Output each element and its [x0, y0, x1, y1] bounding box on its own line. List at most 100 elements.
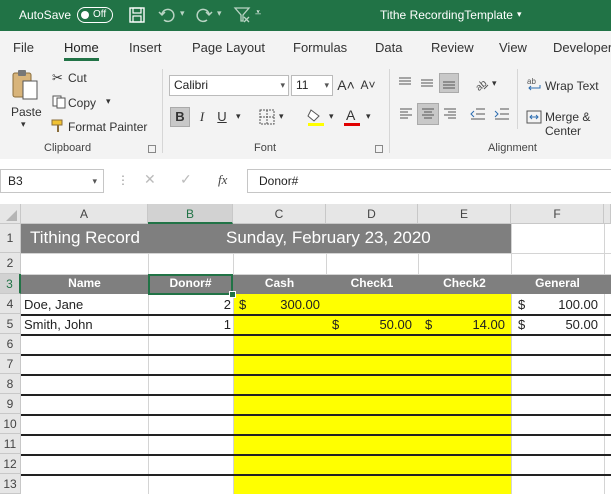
font-size-dropdown[interactable]: 11 ▾ [291, 75, 333, 96]
row-header-1[interactable]: 1 [0, 224, 21, 253]
font-color-button[interactable]: A [343, 107, 361, 127]
copy-dropdown-icon[interactable]: ▾ [106, 96, 111, 107]
header-cash[interactable]: Cash [233, 276, 326, 290]
select-all-button[interactable] [0, 204, 21, 224]
row-header-11[interactable]: 11 [0, 434, 21, 454]
italic-button[interactable]: I [192, 107, 212, 127]
format-painter-button[interactable]: Format Painter [68, 120, 147, 134]
copy-button[interactable]: Copy [68, 96, 96, 110]
undo-icon[interactable] [158, 6, 176, 24]
font-name-dropdown[interactable]: Calibri ▾ [169, 75, 289, 96]
align-center-icon [422, 108, 434, 119]
header-name[interactable]: Name [21, 276, 148, 290]
column-header-d[interactable]: D [326, 204, 418, 224]
tab-home[interactable]: Home [64, 40, 99, 61]
column-header-b[interactable]: B [148, 204, 233, 224]
column-header-f[interactable]: F [511, 204, 604, 224]
cell-general[interactable]: 100.00 [511, 297, 598, 312]
alignment-group-label: Alignment [488, 142, 537, 154]
row-header-13[interactable]: 13 [0, 474, 21, 494]
cell-general[interactable]: 50.00 [511, 317, 598, 332]
row-header-8[interactable]: 8 [0, 374, 21, 394]
cell-donor[interactable]: 1 [148, 317, 231, 332]
orientation-dropdown-icon[interactable]: ▾ [492, 78, 497, 89]
enter-icon[interactable]: ✓ [180, 171, 192, 188]
increase-indent-icon[interactable] [494, 107, 510, 121]
column-header-g[interactable] [604, 204, 611, 224]
autosave-toggle[interactable]: Off [77, 7, 113, 23]
row-header-10[interactable]: 10 [0, 414, 21, 434]
bold-button[interactable]: B [170, 107, 190, 127]
cancel-icon[interactable]: ✕ [144, 171, 156, 188]
cell-cash[interactable]: 300.00 [233, 297, 320, 312]
column-header-a[interactable]: A [21, 204, 148, 224]
column-header-c[interactable]: C [233, 204, 326, 224]
align-top-icon[interactable] [398, 77, 412, 89]
row-header-2[interactable]: 2 [0, 253, 21, 274]
fill-color-icon[interactable] [307, 107, 325, 127]
increase-font-size-button[interactable]: A˄ [336, 75, 356, 95]
decrease-indent-icon[interactable] [470, 107, 486, 121]
font-color-dropdown-icon[interactable]: ▾ [366, 111, 371, 122]
cell-name[interactable]: Smith, John [24, 317, 93, 332]
clear-filter-icon[interactable] [233, 6, 251, 24]
align-bottom-button[interactable] [439, 73, 459, 93]
clipboard-dialog-launcher[interactable] [148, 145, 156, 153]
orientation-icon[interactable]: ab [473, 75, 489, 91]
align-left-icon[interactable] [399, 107, 413, 121]
align-right-icon[interactable] [443, 107, 457, 121]
tab-formulas[interactable]: Formulas [293, 40, 347, 55]
cell-name[interactable]: Doe, Jane [24, 297, 83, 312]
header-general[interactable]: General [511, 276, 604, 290]
copy-icon [52, 95, 66, 109]
redo-icon[interactable] [195, 6, 213, 24]
cell-check2[interactable]: 14.00 [418, 317, 505, 332]
align-center-button[interactable] [417, 103, 439, 125]
tab-insert[interactable]: Insert [129, 40, 162, 55]
active-cell-selection[interactable] [148, 274, 233, 295]
row-header-5[interactable]: 5 [0, 314, 21, 334]
column-header-e[interactable]: E [418, 204, 511, 224]
tab-view[interactable]: View [499, 40, 527, 55]
tab-file[interactable]: File [13, 40, 34, 55]
row-header-9[interactable]: 9 [0, 394, 21, 414]
borders-dropdown-icon[interactable]: ▾ [279, 111, 284, 122]
merge-center-button[interactable]: Merge & Center [545, 110, 611, 138]
save-icon[interactable] [128, 6, 146, 24]
cell-check1[interactable]: 50.00 [326, 317, 412, 332]
redo-dropdown-icon[interactable]: ▾ [217, 8, 222, 19]
tab-page-layout[interactable]: Page Layout [192, 40, 265, 55]
formula-bar-grip-icon[interactable]: ⋮ [117, 173, 129, 187]
row-header-6[interactable]: 6 [0, 334, 21, 354]
formula-input[interactable]: Donor# [247, 169, 611, 193]
borders-icon[interactable] [259, 109, 275, 125]
fill-color-dropdown-icon[interactable]: ▾ [329, 111, 334, 122]
cell-donor[interactable]: 2 [148, 297, 231, 312]
tab-data[interactable]: Data [375, 40, 402, 55]
undo-dropdown-icon[interactable]: ▾ [180, 8, 185, 19]
fill-handle[interactable] [229, 291, 236, 298]
sheet-date[interactable]: Sunday, February 23, 2020 [226, 228, 431, 248]
formula-input-value: Donor# [259, 174, 299, 188]
row-header-4[interactable]: 4 [0, 294, 21, 314]
font-dialog-launcher[interactable] [375, 145, 383, 153]
insert-function-button[interactable]: fx [218, 172, 227, 188]
sheet-title[interactable]: Tithing Record [30, 228, 140, 248]
underline-button[interactable]: U [212, 107, 232, 127]
tab-developer[interactable]: Developer [553, 40, 611, 55]
header-check1[interactable]: Check1 [326, 276, 418, 290]
row-header-3[interactable]: 3 [0, 274, 21, 294]
underline-dropdown-icon[interactable]: ▾ [236, 111, 241, 122]
row-header-12[interactable]: 12 [0, 454, 21, 474]
title-dropdown-icon[interactable]: ▾ [517, 9, 522, 20]
cut-button[interactable]: Cut [68, 71, 87, 85]
paste-button[interactable]: Paste ▾ [8, 67, 42, 131]
header-check2[interactable]: Check2 [418, 276, 511, 290]
decrease-font-size-button[interactable]: A˅ [358, 75, 378, 95]
name-box[interactable]: B3 ▾ [0, 169, 104, 193]
tab-review[interactable]: Review [431, 40, 474, 55]
row-header-7[interactable]: 7 [0, 354, 21, 374]
customize-toolbar-icon[interactable]: ⩡ [255, 7, 261, 20]
wrap-text-button[interactable]: Wrap Text [545, 79, 599, 93]
align-middle-icon[interactable] [420, 77, 434, 89]
